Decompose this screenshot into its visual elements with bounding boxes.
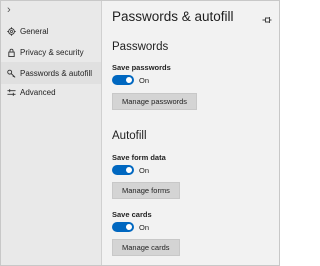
autofill-section-title: Autofill xyxy=(112,130,147,142)
lock-icon xyxy=(6,47,16,57)
toggle-state-label: On xyxy=(139,222,150,232)
sidebar-item-label: Advanced xyxy=(20,87,56,97)
sidebar-item-label: Passwords & autofill xyxy=(20,68,93,78)
save-form-data-toggle[interactable] xyxy=(112,165,134,175)
sidebar-item-label: Privacy & security xyxy=(20,47,84,57)
toggle-state-label: On xyxy=(139,75,150,85)
manage-forms-button[interactable]: Manage forms xyxy=(112,182,180,199)
passwords-section-title: Passwords xyxy=(112,41,169,53)
toggle-state-label: On xyxy=(139,165,150,175)
gear-icon xyxy=(6,26,16,36)
sidebar: › General Privacy & security Passwords &… xyxy=(1,1,102,265)
save-cards-toggle[interactable] xyxy=(112,222,134,232)
sidebar-item-privacy[interactable]: Privacy & security xyxy=(1,41,101,63)
collapse-chevron-icon[interactable]: › xyxy=(7,5,17,16)
save-passwords-toggle[interactable] xyxy=(112,75,134,85)
save-cards-row: On xyxy=(112,221,149,233)
sidebar-item-label: General xyxy=(20,26,49,36)
save-form-data-label: Save form data xyxy=(112,153,166,162)
save-passwords-row: On xyxy=(112,74,149,86)
settings-content: Passwords & autofill Passwords Save pass… xyxy=(102,1,279,265)
save-form-data-row: On xyxy=(112,164,149,176)
sliders-icon xyxy=(6,87,16,97)
sidebar-item-general[interactable]: General xyxy=(1,20,101,42)
save-cards-label: Save cards xyxy=(112,210,152,219)
settings-window: › General Privacy & security Passwords &… xyxy=(0,0,280,266)
key-icon xyxy=(6,68,16,78)
pin-icon[interactable] xyxy=(262,12,272,23)
page-title: Passwords & autofill xyxy=(112,9,234,24)
save-passwords-label: Save passwords xyxy=(112,63,171,72)
manage-passwords-button[interactable]: Manage passwords xyxy=(112,93,198,110)
manage-cards-button[interactable]: Manage cards xyxy=(112,239,180,256)
sidebar-item-advanced[interactable]: Advanced xyxy=(1,81,101,103)
